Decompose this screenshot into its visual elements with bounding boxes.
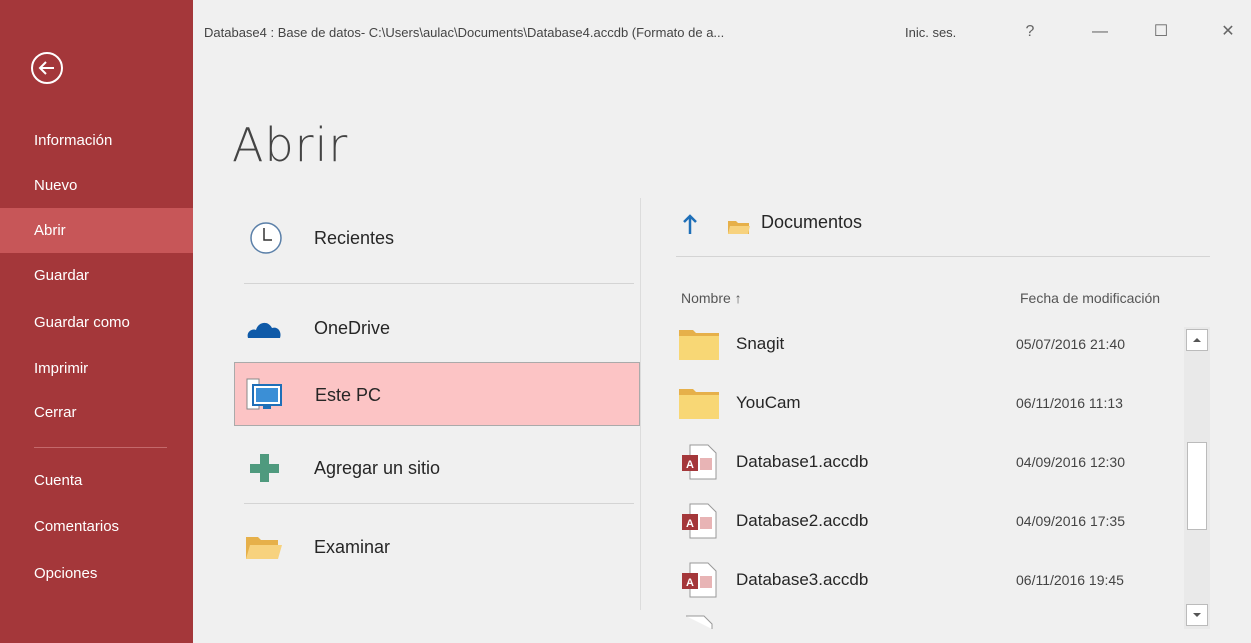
svg-text:A: A [686,577,694,589]
file-name: Database1.accdb [736,452,869,471]
location-label: Este PC [315,385,382,405]
backstage-sidebar: Información Nuevo Abrir Guardar Guardar … [0,0,193,643]
sidebar-item-comentarios[interactable]: Comentarios [0,504,193,549]
sidebar-item-cuenta[interactable]: Cuenta [0,458,193,503]
location-agregar-sitio[interactable]: Agregar un sitio [234,436,640,500]
file-icon-partial [686,615,713,629]
sidebar-item-abrir[interactable]: Abrir [0,208,193,253]
access-file-icon: A [682,503,717,539]
file-name: YouCam [736,393,801,412]
file-name: Snagit [736,334,785,353]
page-title: Abrir [232,118,349,172]
window-title: Database4 : Base de datos- C:\Users\aula… [204,25,725,40]
path-divider [676,256,1210,257]
column-header-name[interactable]: Nombre ↑ [681,290,742,306]
sidebar-item-guardar-como[interactable]: Guardar como [0,300,193,345]
file-date: 06/11/2016 11:13 [1016,395,1123,411]
location-examinar[interactable]: Examinar [234,515,640,579]
sidebar-item-cerrar[interactable]: Cerrar [0,390,193,435]
file-row[interactable]: YouCam 06/11/2016 11:13 [676,381,1181,439]
folder-icon [679,330,719,360]
file-row[interactable]: A Database2.accdb 04/09/2016 17:35 [676,499,1181,557]
file-row[interactable]: A Database1.accdb 04/09/2016 12:30 [676,440,1181,498]
file-date: 05/07/2016 21:40 [1016,336,1125,352]
help-button[interactable]: ? [1015,20,1045,44]
sidebar-item-imprimir[interactable]: Imprimir [0,346,193,391]
sidebar-item-informacion[interactable]: Información [0,118,193,163]
sidebar-item-opciones[interactable]: Opciones [0,551,193,596]
location-onedrive[interactable]: OneDrive [234,296,640,360]
up-arrow-icon[interactable] [682,214,698,236]
location-recientes[interactable]: Recientes [234,206,640,270]
file-name: Database3.accdb [736,570,869,589]
location-este-pc[interactable]: Este PC [234,362,640,426]
clock-icon [250,222,282,254]
location-divider [244,503,634,504]
pane-divider [640,198,641,610]
file-row[interactable]: Snagit 05/07/2016 21:40 [676,322,1181,380]
scrollbar-thumb[interactable] [1187,442,1207,530]
access-file-icon: A [682,562,717,598]
sidebar-divider [34,447,167,448]
file-date: 04/09/2016 17:35 [1016,513,1125,529]
column-header-date[interactable]: Fecha de modificación [1020,290,1160,306]
sidebar-item-nuevo[interactable]: Nuevo [0,163,193,208]
computer-icon [246,378,282,410]
file-date: 06/11/2016 19:45 [1016,572,1124,588]
file-name: Database2.accdb [736,511,869,530]
folder-icon [679,389,719,419]
minimize-button[interactable]: — [1085,20,1115,44]
file-row[interactable]: A Database3.accdb 06/11/2016 19:45 [676,558,1181,616]
scroll-down-button[interactable] [1186,604,1208,626]
access-file-icon: A [682,444,717,480]
scroll-up-button[interactable] [1186,329,1208,351]
svg-text:A: A [686,459,694,471]
maximize-button[interactable]: ☐ [1146,20,1176,44]
current-folder[interactable]: Documentos [761,212,862,233]
sign-in-link[interactable]: Inic. ses. [905,25,956,40]
plus-icon [250,454,279,482]
triangle-down-icon [1193,613,1201,617]
back-arrow-icon [38,61,54,75]
location-label: Agregar un sitio [314,458,441,478]
svg-text:A: A [686,518,694,530]
folder-open-icon [246,537,282,559]
file-date: 04/09/2016 12:30 [1016,454,1125,470]
cloud-icon [247,322,281,338]
triangle-up-icon [1193,338,1201,342]
close-button[interactable]: ✕ [1213,20,1243,44]
location-label: OneDrive [314,318,391,338]
location-label: Examinar [314,537,391,557]
location-divider [244,283,634,284]
folder-icon [728,221,750,234]
location-label: Recientes [314,228,395,248]
back-button[interactable] [31,52,63,84]
sidebar-item-guardar[interactable]: Guardar [0,253,193,298]
